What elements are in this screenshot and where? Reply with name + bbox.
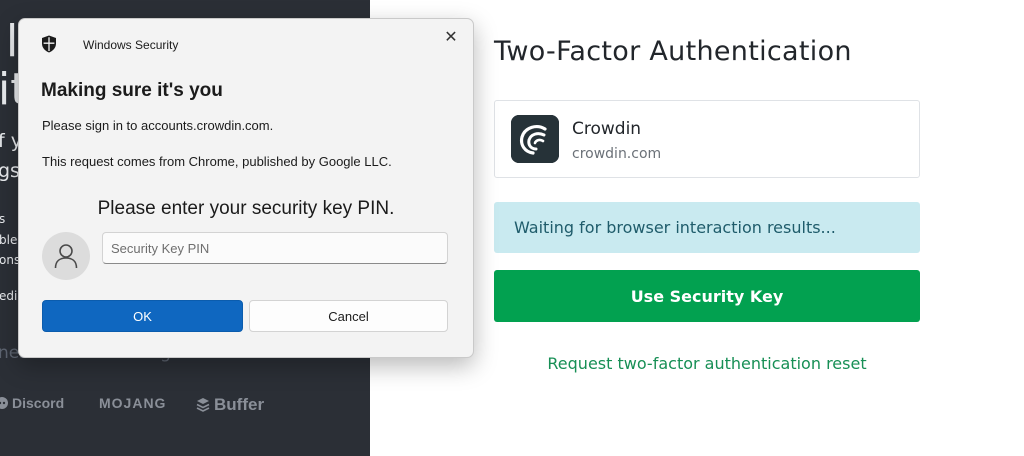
dialog-heading: Making sure it's you [41, 80, 223, 101]
marketing-heading-line1: l [6, 16, 19, 67]
shield-icon [42, 35, 56, 53]
avatar [42, 232, 90, 280]
discord-logo-icon [0, 397, 8, 409]
app-name: Crowdin [572, 119, 642, 139]
discord-logo: Discord [0, 395, 64, 411]
buffer-logo-icon [196, 398, 210, 412]
user-icon [54, 244, 78, 269]
marketing-small-4: edi [0, 289, 18, 303]
mojang-logo: MOJANG [99, 395, 166, 411]
waiting-status-message: Waiting for browser interaction results.… [494, 202, 920, 253]
discord-logo-text: Discord [12, 395, 65, 411]
buffer-logo: Buffer [196, 395, 264, 415]
app-domain: crowdin.com [572, 146, 662, 162]
marketing-small-1: s [0, 212, 6, 226]
dialog-app-title: Windows Security [83, 38, 179, 52]
windows-security-dialog: Windows Security ✕ Making sure it's you … [18, 18, 474, 358]
request-2fa-reset-link[interactable]: Request two-factor authentication reset [494, 354, 920, 373]
use-security-key-button[interactable]: Use Security Key [494, 270, 920, 322]
dialog-sign-in-text: Please sign in to accounts.crowdin.com. [42, 118, 274, 133]
crowdin-logo-icon [511, 115, 559, 163]
pin-prompt: Please enter your security key PIN. [97, 198, 395, 219]
mojang-logo-icon mojang-logo-text: MOJANG [99, 395, 167, 411]
buffer-logo-text: Buffer [214, 395, 265, 414]
ok-button[interactable]: OK [42, 300, 243, 332]
page-title: Two-Factor Authentication [494, 36, 852, 67]
close-icon[interactable]: ✕ [439, 27, 463, 51]
marketing-small-2: ble [0, 233, 18, 247]
app-card: Crowdin crowdin.com [494, 100, 920, 178]
dialog-request-origin-text: This request comes from Chrome, publishe… [42, 154, 392, 169]
security-key-pin-input[interactable] [102, 232, 448, 264]
cancel-button[interactable]: Cancel [249, 300, 448, 332]
